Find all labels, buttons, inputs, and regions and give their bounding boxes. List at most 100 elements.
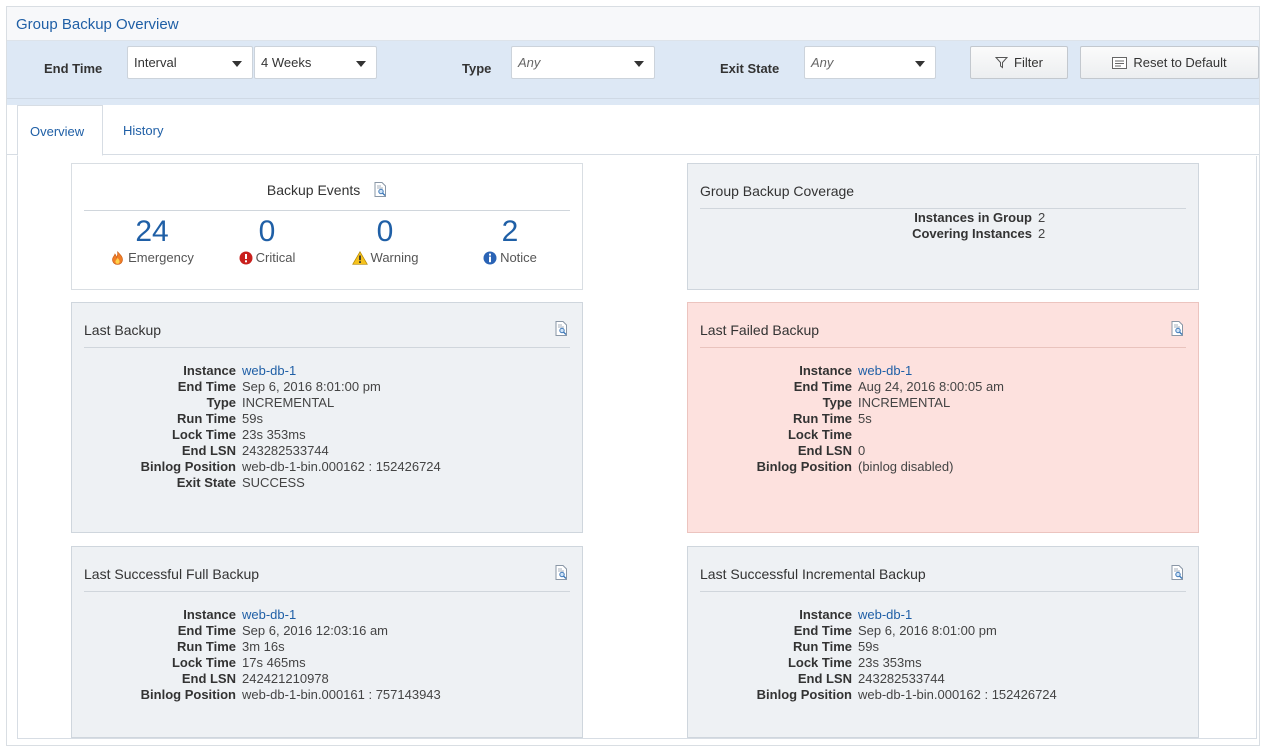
chevron-down-icon bbox=[356, 61, 366, 67]
group-backup-coverage-panel: Group Backup Coverage Instances in Group… bbox=[687, 163, 1199, 290]
detail-key: End LSN bbox=[181, 671, 236, 686]
exit-state-select[interactable]: Any bbox=[804, 46, 936, 79]
emergency-label: Emergency bbox=[92, 250, 212, 265]
warning-count[interactable]: 0 Warning bbox=[325, 216, 445, 265]
detail-key: End Time bbox=[793, 623, 852, 638]
detail-row: End Time Sep 6, 2016 8:01:00 pm bbox=[112, 379, 441, 395]
notice-label: Notice bbox=[450, 250, 570, 265]
critical-count-value: 0 bbox=[258, 215, 276, 248]
magnifier-document-icon[interactable] bbox=[1171, 321, 1184, 339]
detail-row: Instance web-db-1 bbox=[112, 363, 441, 379]
detail-row: Lock Time 23s 353ms bbox=[112, 427, 441, 443]
filter-button[interactable]: Filter bbox=[970, 46, 1068, 79]
detail-key: Binlog Position bbox=[756, 459, 852, 474]
instance-link[interactable]: web-db-1 bbox=[858, 607, 912, 623]
notice-count[interactable]: 2 Notice bbox=[450, 216, 570, 265]
last-successful-incremental-backup-panel: Last Successful Incremental Backup Insta… bbox=[687, 546, 1199, 738]
filter-bar: End Time Interval 4 Weeks Type Any Exit … bbox=[7, 41, 1259, 99]
divider bbox=[700, 208, 1186, 209]
detail-key: Instances in Group bbox=[914, 210, 1032, 225]
detail-value: Sep 6, 2016 12:03:16 am bbox=[242, 623, 389, 638]
last-incremental-backup-title: Last Successful Incremental Backup bbox=[700, 566, 926, 582]
detail-row: Lock Time 23s 353ms bbox=[728, 655, 1057, 671]
detail-row: Run Time 59s bbox=[112, 411, 441, 427]
detail-row: End LSN 0 bbox=[728, 443, 1004, 459]
reset-to-default-button[interactable]: Reset to Default bbox=[1080, 46, 1259, 79]
detail-value: 243282533744 bbox=[242, 443, 329, 458]
detail-key: Binlog Position bbox=[140, 687, 236, 702]
instance-link[interactable]: web-db-1 bbox=[242, 607, 296, 623]
exit-state-select-value: Any bbox=[811, 55, 834, 70]
emergency-count[interactable]: 24 Emergency bbox=[92, 216, 212, 265]
detail-key: Instance bbox=[183, 607, 236, 622]
critical-count[interactable]: 0 Critical bbox=[207, 216, 327, 265]
divider bbox=[700, 347, 1186, 348]
coverage-details: Instances in Group 2 Covering Instances 2 bbox=[728, 210, 1045, 242]
magnifier-document-icon[interactable] bbox=[1171, 565, 1184, 583]
weeks-select[interactable]: 4 Weeks bbox=[254, 46, 377, 79]
detail-value: 0 bbox=[858, 443, 866, 458]
detail-value: 59s bbox=[242, 411, 263, 426]
divider bbox=[84, 210, 570, 211]
detail-value: 23s 353ms bbox=[242, 427, 306, 442]
detail-row: Instance web-db-1 bbox=[112, 607, 441, 623]
detail-key: Instance bbox=[183, 363, 236, 378]
detail-value: 5s bbox=[858, 411, 872, 426]
warning-triangle-icon bbox=[351, 251, 368, 265]
interval-select-value: Interval bbox=[134, 55, 177, 70]
filter-icon bbox=[994, 56, 1009, 72]
backup-events-panel: Backup Events 24 Emergency 0 Critical 0 bbox=[71, 163, 583, 290]
last-failed-backup-details: Instance web-db-1 End Time Aug 24, 2016 8:… bbox=[728, 363, 1004, 475]
warning-count-value: 0 bbox=[376, 215, 394, 248]
notice-label-text: Notice bbox=[500, 250, 537, 265]
detail-key: Type bbox=[206, 395, 236, 410]
detail-row: Binlog Position web-db-1-bin.000161 : 757… bbox=[112, 687, 441, 703]
info-circle-icon bbox=[483, 251, 497, 265]
detail-key: Instance bbox=[799, 607, 852, 622]
detail-row: End Time Sep 6, 2016 8:01:00 pm bbox=[728, 623, 1057, 639]
instance-link[interactable]: web-db-1 bbox=[242, 363, 296, 379]
fire-icon bbox=[112, 251, 123, 265]
detail-value: web-db-1-bin.000161 : 757143943 bbox=[242, 687, 441, 702]
detail-key: Binlog Position bbox=[140, 459, 236, 474]
last-incremental-backup-details: Instance web-db-1 End Time Sep 6, 2016 8:0… bbox=[728, 607, 1057, 703]
chevron-down-icon bbox=[634, 61, 644, 67]
detail-row: Lock Time bbox=[728, 427, 1004, 443]
page-title: Group Backup Overview bbox=[16, 16, 179, 33]
magnifier-document-icon[interactable] bbox=[555, 321, 568, 339]
detail-row: Type INCREMENTAL bbox=[728, 395, 1004, 411]
magnifier-document-icon[interactable] bbox=[555, 565, 568, 583]
last-successful-full-backup-panel: Last Successful Full Backup Instance web-… bbox=[71, 546, 583, 738]
tab-overview[interactable]: Overview bbox=[17, 105, 103, 156]
reset-button-label: Reset to Default bbox=[1133, 55, 1227, 70]
detail-value: web-db-1-bin.000162 : 152426724 bbox=[242, 459, 441, 474]
chevron-down-icon bbox=[232, 61, 242, 67]
detail-row: End Time Sep 6, 2016 12:03:16 am bbox=[112, 623, 441, 639]
instance-link[interactable]: web-db-1 bbox=[858, 363, 912, 379]
detail-value: INCREMENTAL bbox=[858, 395, 951, 410]
detail-key: Run Time bbox=[177, 411, 236, 426]
detail-row: Instances in Group 2 bbox=[728, 210, 1045, 226]
title-bar: Group Backup Overview bbox=[7, 7, 1259, 41]
emergency-label-text: Emergency bbox=[128, 250, 194, 265]
interval-select[interactable]: Interval bbox=[127, 46, 253, 79]
detail-key: Lock Time bbox=[171, 655, 236, 670]
last-failed-backup-panel: Last Failed Backup Instance web-db-1 End … bbox=[687, 302, 1199, 533]
detail-value: INCREMENTAL bbox=[242, 395, 335, 410]
detail-row: End LSN 243282533744 bbox=[112, 443, 441, 459]
last-backup-title: Last Backup bbox=[84, 322, 162, 338]
detail-row: Instance web-db-1 bbox=[728, 363, 1004, 379]
chevron-down-icon bbox=[915, 61, 925, 67]
last-full-backup-title: Last Successful Full Backup bbox=[84, 566, 260, 582]
detail-value: 59s bbox=[858, 639, 879, 654]
last-failed-backup-title: Last Failed Backup bbox=[700, 322, 820, 338]
type-select[interactable]: Any bbox=[511, 46, 655, 79]
divider bbox=[700, 591, 1186, 592]
magnifier-document-icon[interactable] bbox=[374, 182, 387, 200]
backup-events-title-text: Backup Events bbox=[266, 182, 361, 198]
detail-value: SUCCESS bbox=[242, 475, 305, 490]
detail-row: Binlog Position web-db-1-bin.000162 : 152… bbox=[728, 687, 1057, 703]
detail-key: Run Time bbox=[793, 411, 852, 426]
detail-key: End LSN bbox=[797, 443, 852, 458]
tab-history[interactable]: History bbox=[111, 105, 175, 156]
